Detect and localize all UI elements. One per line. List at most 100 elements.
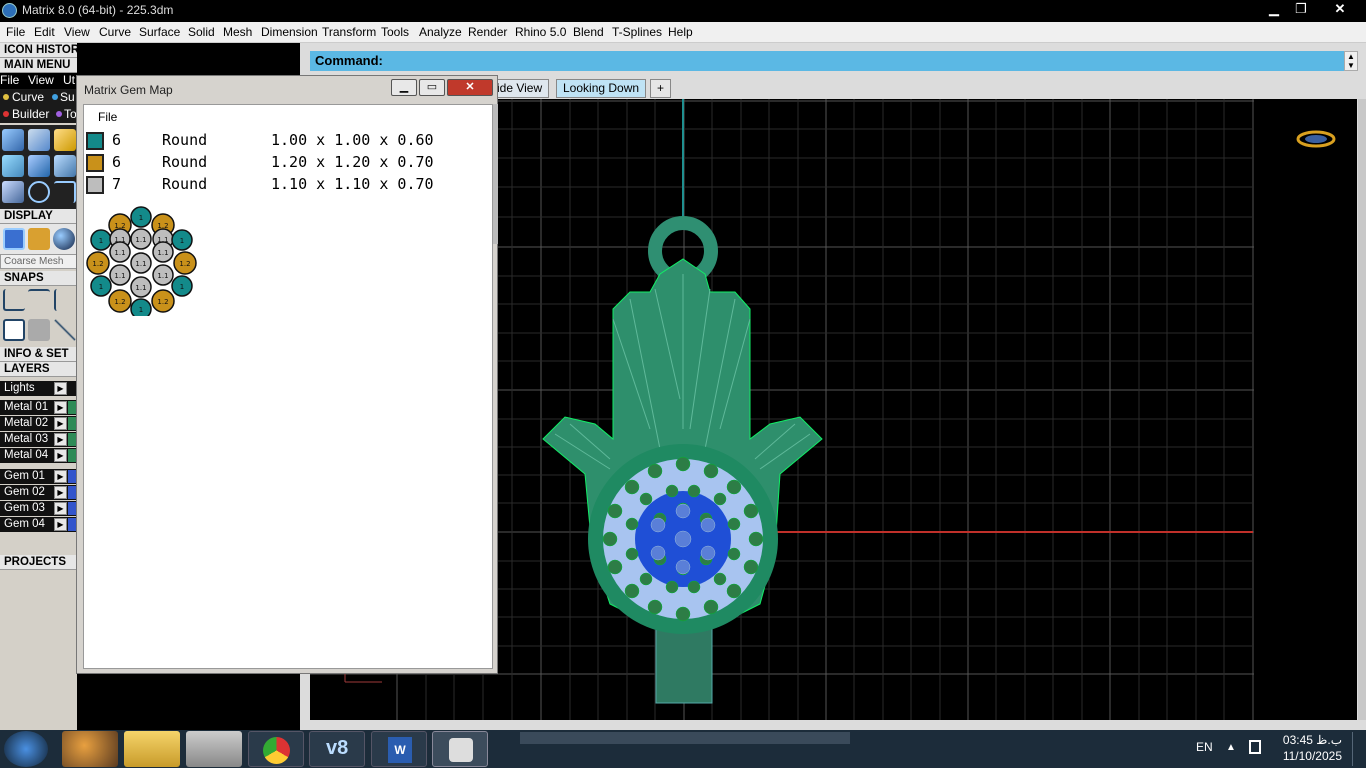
grid-display-icon[interactable] xyxy=(3,228,25,250)
layer-row[interactable]: Metal 02 ▶ xyxy=(0,416,77,431)
command-scroll[interactable]: ▲ ▼ xyxy=(1344,51,1358,71)
show-desktop-button[interactable] xyxy=(1352,732,1364,766)
cutter-tool-icon[interactable] xyxy=(2,181,24,203)
coarse-mesh-dropdown[interactable]: Coarse Mesh xyxy=(0,254,77,269)
ring-tool-icon[interactable] xyxy=(2,129,24,151)
gem-table-row[interactable]: 7 Round 1.10 x 1.10 x 0.70 xyxy=(84,175,464,195)
tab-side-view[interactable]: ide View xyxy=(490,79,550,98)
menu-curve[interactable]: Curve xyxy=(99,25,131,39)
sphere-display-icon[interactable] xyxy=(53,228,75,250)
gem-table-row[interactable]: 6 Round 1.00 x 1.00 x 0.60 xyxy=(84,131,464,151)
menu-help[interactable]: Help xyxy=(668,25,693,39)
snaps-header[interactable]: SNAPS xyxy=(0,271,77,286)
gem-map-minimize-button[interactable]: ▁ xyxy=(391,79,417,96)
menu-tools[interactable]: Tools xyxy=(381,25,409,39)
projects-header[interactable]: PROJECTS xyxy=(0,555,77,570)
snap-line-icon[interactable] xyxy=(54,319,76,341)
layer-expand-icon[interactable]: ▶ xyxy=(54,417,67,430)
sub-menu-utilities[interactable]: Ut xyxy=(63,73,75,87)
icon-history-header[interactable]: ICON HISTORY xyxy=(0,43,77,58)
layer-row[interactable]: Lights ▶ xyxy=(0,381,77,396)
rhino-icon[interactable] xyxy=(432,731,488,767)
shank-tool-icon[interactable] xyxy=(2,155,24,177)
layer-expand-icon[interactable]: ▶ xyxy=(54,502,67,515)
gem-map-close-button[interactable]: ✕ xyxy=(447,79,493,96)
menu-solid[interactable]: Solid xyxy=(188,25,215,39)
minimize-button[interactable]: ▁ xyxy=(1262,0,1286,18)
calculator-icon[interactable] xyxy=(186,731,242,767)
display-header[interactable]: DISPLAY xyxy=(0,209,77,224)
info-settings-header[interactable]: INFO & SET xyxy=(0,347,77,362)
layer-expand-icon[interactable]: ▶ xyxy=(54,518,67,531)
curve-tool-icon[interactable] xyxy=(28,181,50,203)
layer-row[interactable]: Gem 04 ▶ xyxy=(0,517,77,532)
file-explorer-icon[interactable] xyxy=(124,731,180,767)
menu-surface[interactable]: Surface xyxy=(139,25,180,39)
sub-item-tools[interactable]: To xyxy=(64,107,77,121)
layer-expand-icon[interactable]: ▶ xyxy=(54,433,67,446)
start-button-icon[interactable] xyxy=(4,731,48,767)
close-button[interactable]: ✕ xyxy=(1318,0,1362,18)
layers-header[interactable]: LAYERS xyxy=(0,362,77,377)
paint-app-icon[interactable] xyxy=(62,731,118,767)
layer-row[interactable]: Metal 03 ▶ xyxy=(0,432,77,447)
gem-map-file-menu[interactable]: File xyxy=(98,110,117,124)
gem-table-row[interactable]: 6 Round 1.20 x 1.20 x 0.70 xyxy=(84,153,464,173)
layer-expand-icon[interactable]: ▶ xyxy=(54,401,67,414)
gem-map-scrollbar[interactable] xyxy=(493,104,498,244)
setting-tool-icon[interactable] xyxy=(54,129,76,151)
view-orientation-icon[interactable] xyxy=(1296,130,1336,148)
command-bar[interactable]: Command: xyxy=(310,51,1344,71)
render-display-icon[interactable] xyxy=(28,228,50,250)
menu-mesh[interactable]: Mesh xyxy=(223,25,252,39)
restore-button[interactable]: ❐ xyxy=(1290,0,1312,18)
clock-date[interactable]: 11/10/2025 xyxy=(1266,749,1342,763)
snap-mid-icon[interactable] xyxy=(28,289,50,311)
bail-tool-icon[interactable] xyxy=(28,129,50,151)
layer-expand-icon[interactable]: ▶ xyxy=(54,449,67,462)
menu-dimension[interactable]: Dimension xyxy=(261,25,318,39)
sub-item-builder[interactable]: Builder xyxy=(12,107,49,121)
snap-grid-icon[interactable] xyxy=(3,319,25,341)
matrix-v8-icon[interactable]: v8 xyxy=(309,731,365,767)
layer-expand-icon[interactable]: ▶ xyxy=(54,486,67,499)
menu-view[interactable]: View xyxy=(64,25,90,39)
snap-perp-icon[interactable] xyxy=(54,289,76,311)
chrome-icon[interactable] xyxy=(248,731,304,767)
tab-looking-down[interactable]: Looking Down xyxy=(556,79,647,98)
layer-row[interactable]: Metal 01 ▶ xyxy=(0,400,77,415)
viewport-scrollbar[interactable] xyxy=(1358,99,1366,720)
menu-blend[interactable]: Blend xyxy=(573,25,604,39)
gem-tool-icon[interactable] xyxy=(28,155,50,177)
gem-map-maximize-button[interactable]: ▭ xyxy=(419,79,445,96)
menu-render[interactable]: Render xyxy=(468,25,507,39)
tab-add-view[interactable]: + xyxy=(650,79,672,98)
layer-row[interactable]: Gem 01 ▶ xyxy=(0,469,77,484)
sub-menu-file[interactable]: File xyxy=(0,73,19,87)
clock-time[interactable]: 03:45 ب.ظ xyxy=(1266,733,1342,747)
sub-item-curve[interactable]: Curve xyxy=(12,90,44,104)
menu-file[interactable]: File xyxy=(6,25,25,39)
word-icon[interactable]: W xyxy=(371,731,427,767)
sub-menu-view[interactable]: View xyxy=(28,73,54,87)
action-center-icon[interactable] xyxy=(1249,740,1261,754)
menu-edit[interactable]: Edit xyxy=(34,25,55,39)
hamsa-pendant-model[interactable] xyxy=(542,216,823,704)
layer-expand-icon[interactable]: ▶ xyxy=(54,382,67,395)
main-menu-header[interactable]: MAIN MENU xyxy=(0,58,77,73)
arc-tool-icon[interactable] xyxy=(54,181,76,203)
show-hidden-icons-icon[interactable]: ▲ xyxy=(1226,742,1236,753)
menu-rhino[interactable]: Rhino 5.0 xyxy=(515,25,566,39)
layer-expand-icon[interactable]: ▶ xyxy=(54,470,67,483)
layer-row[interactable]: Metal 04 ▶ xyxy=(0,448,77,463)
snap-end-icon[interactable] xyxy=(3,289,25,311)
menu-analyze[interactable]: Analyze xyxy=(419,25,462,39)
menu-transform[interactable]: Transform xyxy=(322,25,376,39)
pave-tool-icon[interactable] xyxy=(54,155,76,177)
layer-row[interactable]: Gem 02 ▶ xyxy=(0,485,77,500)
sub-item-surface[interactable]: Su xyxy=(60,90,75,104)
layer-row[interactable]: Gem 03 ▶ xyxy=(0,501,77,516)
menu-tsplines[interactable]: T-Splines xyxy=(612,25,662,39)
snap-box-icon[interactable] xyxy=(28,319,50,341)
language-indicator[interactable]: EN xyxy=(1196,740,1213,754)
